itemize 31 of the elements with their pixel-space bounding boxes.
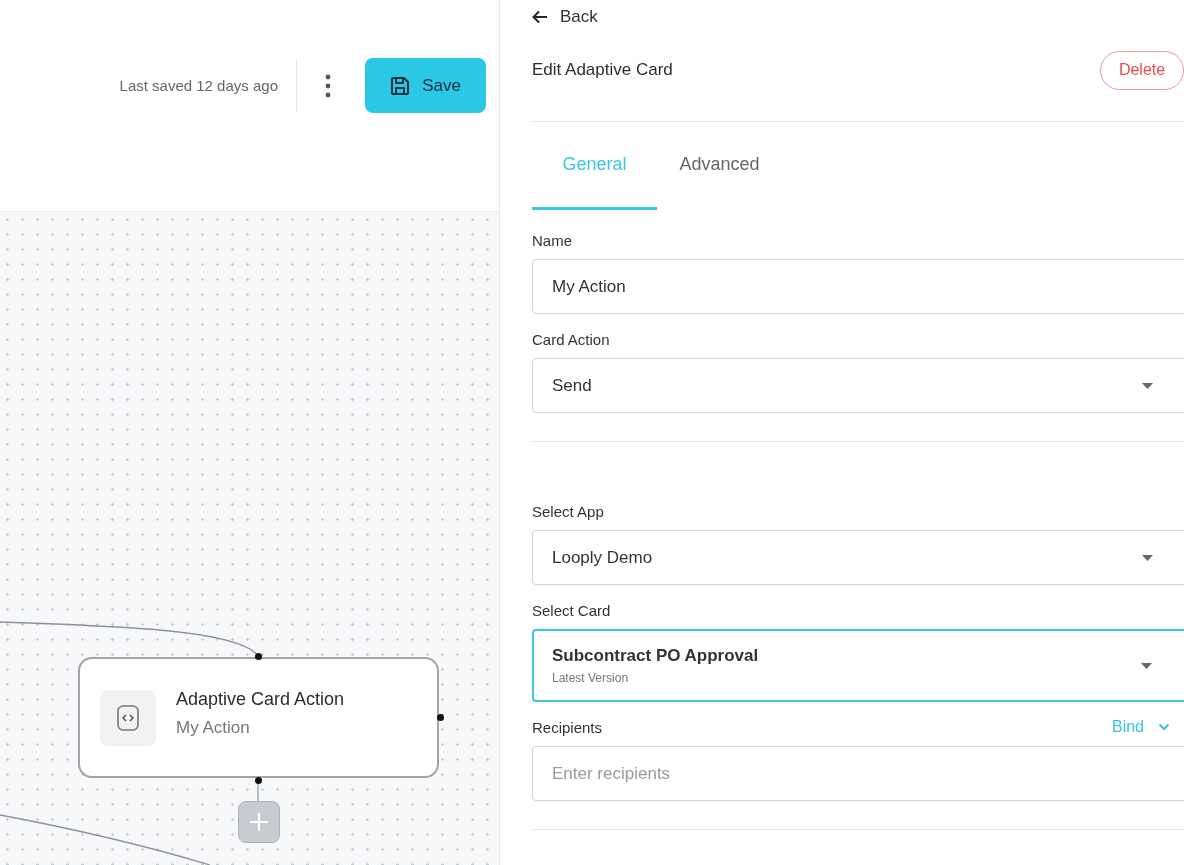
field-label: Select App	[532, 502, 604, 520]
back-arrow-icon	[532, 10, 548, 24]
panel-title: Edit Adaptive Card	[532, 60, 673, 80]
chevron-down-icon	[1158, 723, 1170, 731]
port-dot[interactable]	[437, 714, 444, 721]
tab[interactable]: Advanced	[657, 122, 782, 210]
save-icon	[390, 75, 411, 96]
field-label: Select Card	[532, 601, 611, 619]
text-field[interactable]: Enter recipients	[532, 746, 1184, 801]
field-label: Card Action	[532, 330, 610, 348]
save-button[interactable]: Save	[365, 58, 486, 113]
node-subtitle: My Action	[176, 718, 251, 738]
field-label: Recipients	[532, 718, 603, 736]
node-title: Adaptive Card Action	[176, 689, 345, 710]
caret-icon	[1142, 382, 1153, 389]
dropdown-field[interactable]: Send	[532, 358, 1184, 413]
port-dot[interactable]	[255, 653, 262, 660]
caret-icon	[1142, 554, 1153, 561]
field-label: Name	[532, 231, 572, 249]
action-node[interactable]: Adaptive Card Action My Action	[78, 657, 439, 778]
code-icon	[100, 689, 156, 746]
last-saved-text: Last saved 12 days ago	[119, 77, 278, 94]
delete-button[interactable]: Delete	[1100, 50, 1184, 90]
back-link[interactable]: Back	[532, 5, 598, 29]
kebab-icon	[325, 73, 331, 98]
text-field[interactable]: My Action	[532, 259, 1184, 314]
port-dot[interactable]	[255, 777, 262, 784]
caret-icon	[1141, 662, 1152, 669]
dropdown-field[interactable]: Subcontract PO Approval Latest Version	[532, 629, 1184, 702]
dropdown-field[interactable]: Looply Demo	[532, 530, 1184, 585]
plus-icon	[249, 812, 269, 832]
